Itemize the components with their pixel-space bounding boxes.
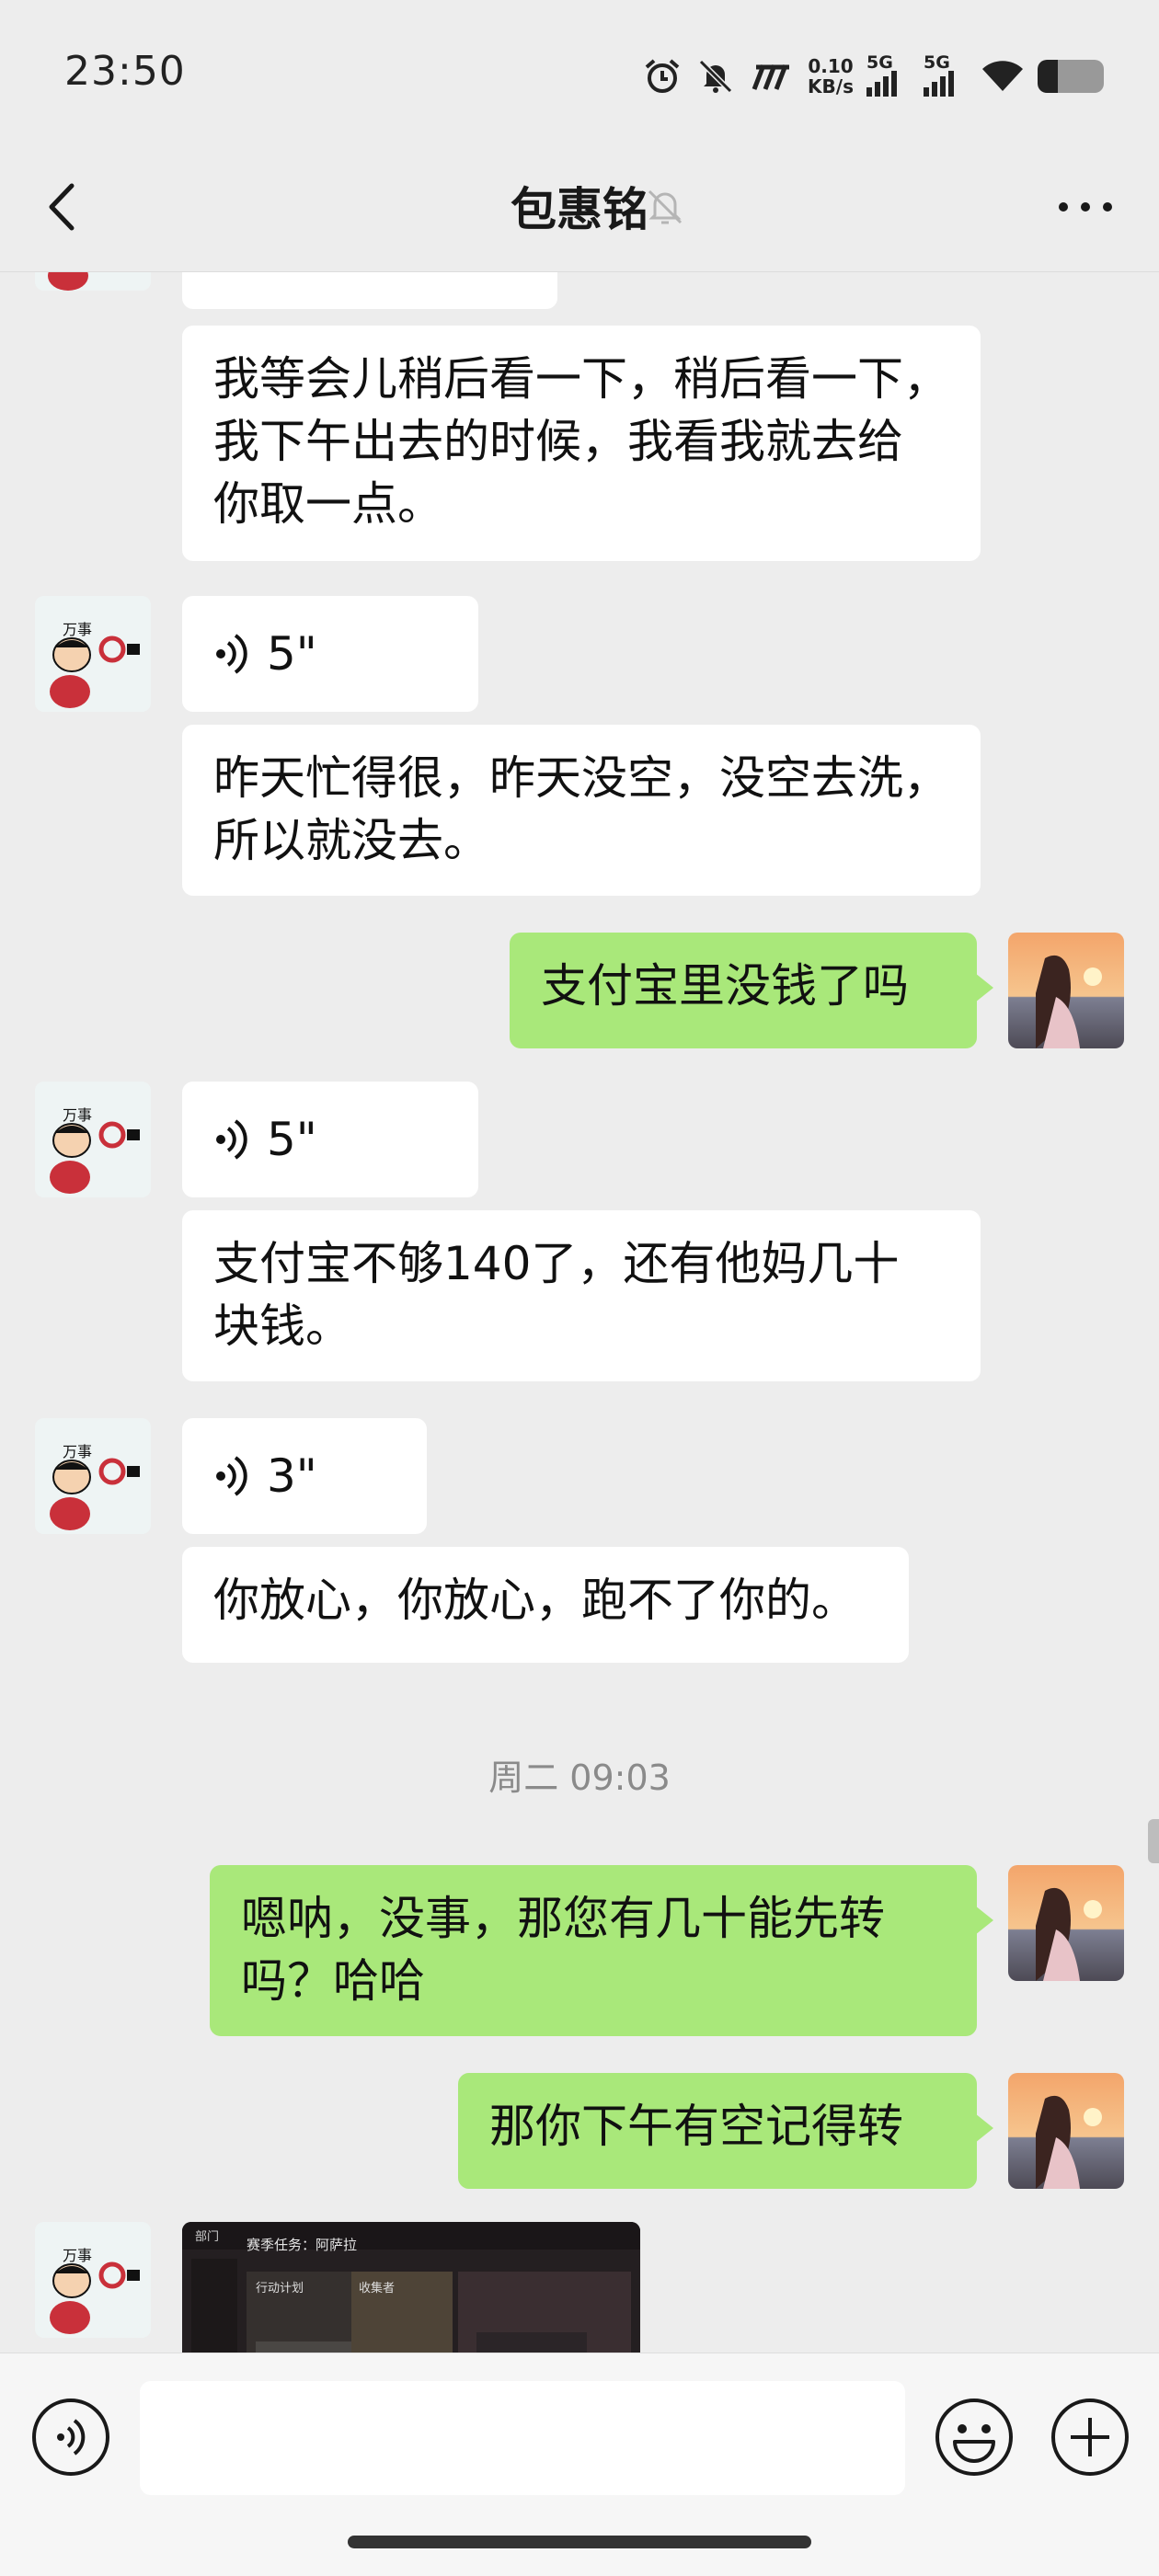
status-icons: 0.10 KB/s 5G 5G bbox=[642, 52, 1104, 99]
my-avatar[interactable] bbox=[1008, 2073, 1124, 2189]
voice-duration: 5" bbox=[267, 627, 317, 681]
voice-wave-icon bbox=[216, 1119, 247, 1160]
net-speed-value: 0.10 bbox=[808, 55, 854, 77]
voice-duration: 5" bbox=[267, 1113, 317, 1166]
message-text-outgoing[interactable]: 嗯呐，没事，那您有几十能先转 吗？哈哈 bbox=[210, 1865, 993, 2036]
more-functions-button[interactable] bbox=[1049, 2396, 1131, 2479]
more-options-button[interactable] bbox=[1049, 184, 1122, 230]
contact-avatar[interactable] bbox=[35, 272, 151, 291]
voice-input-button[interactable] bbox=[29, 2396, 112, 2479]
game-screenshot-image: 部门 赛季任务：阿萨拉 行动计划 收集者 bbox=[182, 2222, 640, 2353]
my-avatar-image bbox=[1008, 1865, 1124, 1981]
battery-fill bbox=[1038, 60, 1058, 93]
my-avatar[interactable] bbox=[1008, 1865, 1124, 1981]
voice-wave-icon bbox=[216, 634, 247, 674]
contact-avatar-image: 万事 bbox=[35, 1082, 151, 1197]
mute-notification-icon bbox=[648, 189, 683, 224]
message-partial[interactable] bbox=[182, 272, 557, 309]
message-text[interactable]: 你放心，你放心，跑不了你的。 bbox=[182, 1547, 909, 1663]
wifi-icon bbox=[982, 61, 1023, 91]
screenshot-card-1: 行动计划 bbox=[256, 2282, 304, 2296]
voice-wave-icon bbox=[216, 1456, 247, 1496]
chat-header: 包惠铭 bbox=[0, 147, 1159, 272]
voice-message[interactable]: 3" bbox=[182, 1418, 427, 1534]
message-text[interactable]: 我等会儿稍后看一下，稍后看一下， 我下午出去的时候，我看我就去给 你取一点。 bbox=[182, 326, 981, 561]
alarm-icon bbox=[645, 59, 680, 93]
contact-avatar-image bbox=[35, 272, 151, 291]
contact-avatar[interactable]: 万事 bbox=[35, 596, 151, 712]
my-avatar[interactable] bbox=[1008, 933, 1124, 1048]
timestamp-separator: 周二 09:03 bbox=[488, 1757, 671, 1798]
message-input[interactable] bbox=[140, 2381, 905, 2495]
smiley-icon bbox=[935, 2399, 1013, 2476]
contact-avatar[interactable]: 万事 bbox=[35, 1082, 151, 1197]
contact-avatar-image: 万事 bbox=[35, 596, 151, 712]
screenshot-back-label: 部门 bbox=[195, 2230, 219, 2244]
net-speed-unit: KB/s bbox=[808, 75, 854, 97]
message-text-outgoing[interactable]: 那你下午有空记得转 bbox=[458, 2073, 993, 2189]
mute-bell-icon bbox=[698, 59, 733, 94]
contact-avatar-image: 万事 bbox=[35, 2222, 151, 2338]
my-avatar-image bbox=[1008, 933, 1124, 1048]
voice-message[interactable]: 5" bbox=[182, 1082, 478, 1197]
signal-label-1: 5G bbox=[866, 52, 893, 73]
voice-mode-icon bbox=[32, 2399, 109, 2476]
contact-avatar-image: 万事 bbox=[35, 1418, 151, 1534]
message-list[interactable]: 我等会儿稍后看一下，稍后看一下， 我下午出去的时候，我看我就去给 你取一点。 万… bbox=[0, 272, 1159, 2353]
my-avatar-image bbox=[1008, 2073, 1124, 2189]
signal-strength-1: 5G bbox=[866, 52, 911, 97]
more-dots-icon bbox=[1059, 202, 1112, 212]
status-bar: 23:50 0.10 KB/s 5G 5G bbox=[0, 0, 1159, 147]
avatar-caption: 万事 bbox=[63, 1106, 92, 1124]
battery-icon bbox=[1038, 60, 1104, 93]
emoji-button[interactable] bbox=[933, 2396, 1016, 2479]
plus-icon bbox=[1051, 2399, 1129, 2476]
avatar-caption: 万事 bbox=[63, 1443, 92, 1460]
voice-message[interactable]: 5" bbox=[182, 596, 478, 712]
signal-strength-2: 5G bbox=[924, 52, 968, 97]
signal-label-2: 5G bbox=[924, 52, 950, 73]
avatar-caption: 万事 bbox=[63, 2247, 92, 2264]
status-time: 23:50 bbox=[64, 48, 186, 95]
voice-duration: 3" bbox=[267, 1449, 317, 1503]
contact-avatar[interactable]: 万事 bbox=[35, 1418, 151, 1534]
avatar-caption: 万事 bbox=[63, 621, 92, 638]
chat-title: 包惠铭 bbox=[511, 183, 648, 236]
screenshot-title: 赛季任务：阿萨拉 bbox=[247, 2237, 357, 2253]
message-text-outgoing[interactable]: 支付宝里没钱了吗 bbox=[510, 933, 993, 1048]
message-text[interactable]: 昨天忙得很，昨天没空，没空去洗， 所以就没去。 bbox=[182, 725, 981, 896]
message-text[interactable]: 支付宝不够140了，还有他妈几十 块钱。 bbox=[182, 1210, 981, 1381]
network-speed: 0.10 KB/s bbox=[808, 56, 854, 97]
screenshot-card-2: 收集者 bbox=[359, 2281, 395, 2296]
home-indicator[interactable] bbox=[348, 2536, 811, 2548]
contact-avatar[interactable]: 万事 bbox=[35, 2222, 151, 2338]
image-message[interactable]: 部门 赛季任务：阿萨拉 行动计划 收集者 bbox=[182, 2222, 640, 2353]
scroll-indicator[interactable] bbox=[1148, 1819, 1159, 1863]
carrier-logo-icon bbox=[752, 64, 790, 90]
